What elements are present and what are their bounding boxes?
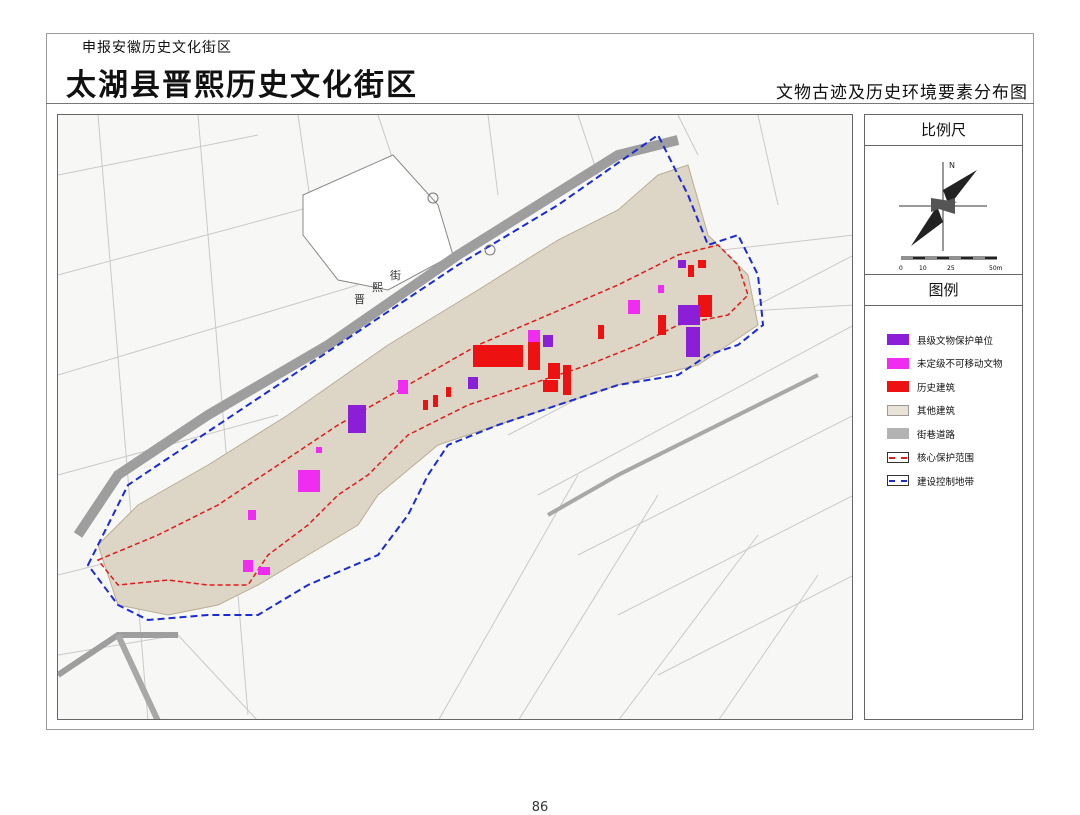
legend-label: 历史建筑 [917, 382, 956, 394]
legend-item: 其他建筑 [887, 399, 1022, 423]
north-arrow-icon: N 0 10 25 50m [899, 161, 1003, 272]
legend-item: 建设控制地带 [887, 469, 1022, 493]
legend-item: 核心保护范围 [887, 446, 1022, 470]
page-title: 太湖县晋熙历史文化街区 [66, 68, 418, 103]
side-panel: 比例尺 N 0 10 25 50m 图例 县级文物保护单位 未定级不可移动文物 历史… [864, 114, 1023, 720]
legend-label: 其他建筑 [917, 406, 956, 418]
scale-heading: 比例尺 [865, 115, 1022, 146]
legend-item: 街巷道路 [887, 422, 1022, 446]
legend-item: 未定级不可移动文物 [887, 352, 1022, 376]
legend-item: 县级文物保护单位 [887, 328, 1022, 352]
legend-line-swatch [887, 451, 909, 463]
street-label-3: 街 [390, 268, 401, 282]
svg-text:0: 0 [899, 265, 903, 272]
street-label-2: 熙 [372, 281, 383, 294]
map-canvas: 晋 熙 街 [58, 115, 852, 719]
svg-text:25: 25 [947, 265, 955, 272]
legend-label: 建设控制地带 [917, 476, 975, 488]
page-number: 86 [531, 800, 549, 815]
district-subtitle: 申报安徽历史文化街区 [82, 40, 232, 56]
title-divider [46, 103, 1034, 104]
legend-label: 街巷道路 [917, 429, 956, 441]
legend-color-swatch [887, 428, 909, 440]
street-label-1: 晋 [354, 293, 365, 306]
legend-color-swatch [887, 404, 909, 416]
legend-color-swatch [887, 381, 909, 393]
legend-label: 县级文物保护单位 [917, 335, 994, 347]
legend-label: 核心保护范围 [917, 453, 975, 465]
legend-heading: 图例 [865, 275, 1022, 306]
north-label: N [949, 161, 955, 170]
compass-and-scale: N 0 10 25 50m [865, 146, 1022, 275]
legend-line-swatch [887, 475, 909, 487]
legend-label: 未定级不可移动文物 [917, 359, 1003, 371]
legend-item: 历史建筑 [887, 375, 1022, 399]
svg-text:10: 10 [919, 265, 927, 272]
svg-text:50m: 50m [989, 265, 1003, 272]
map-title: 文物古迹及历史环境要素分布图 [776, 83, 1028, 103]
district-map[interactable]: 晋 熙 街 [57, 114, 853, 720]
legend-color-swatch [887, 334, 909, 346]
legend-list: 县级文物保护单位 未定级不可移动文物 历史建筑其他建筑街巷道路核心保护范围 建设控制地… [865, 306, 1022, 493]
legend-color-swatch [887, 357, 909, 369]
